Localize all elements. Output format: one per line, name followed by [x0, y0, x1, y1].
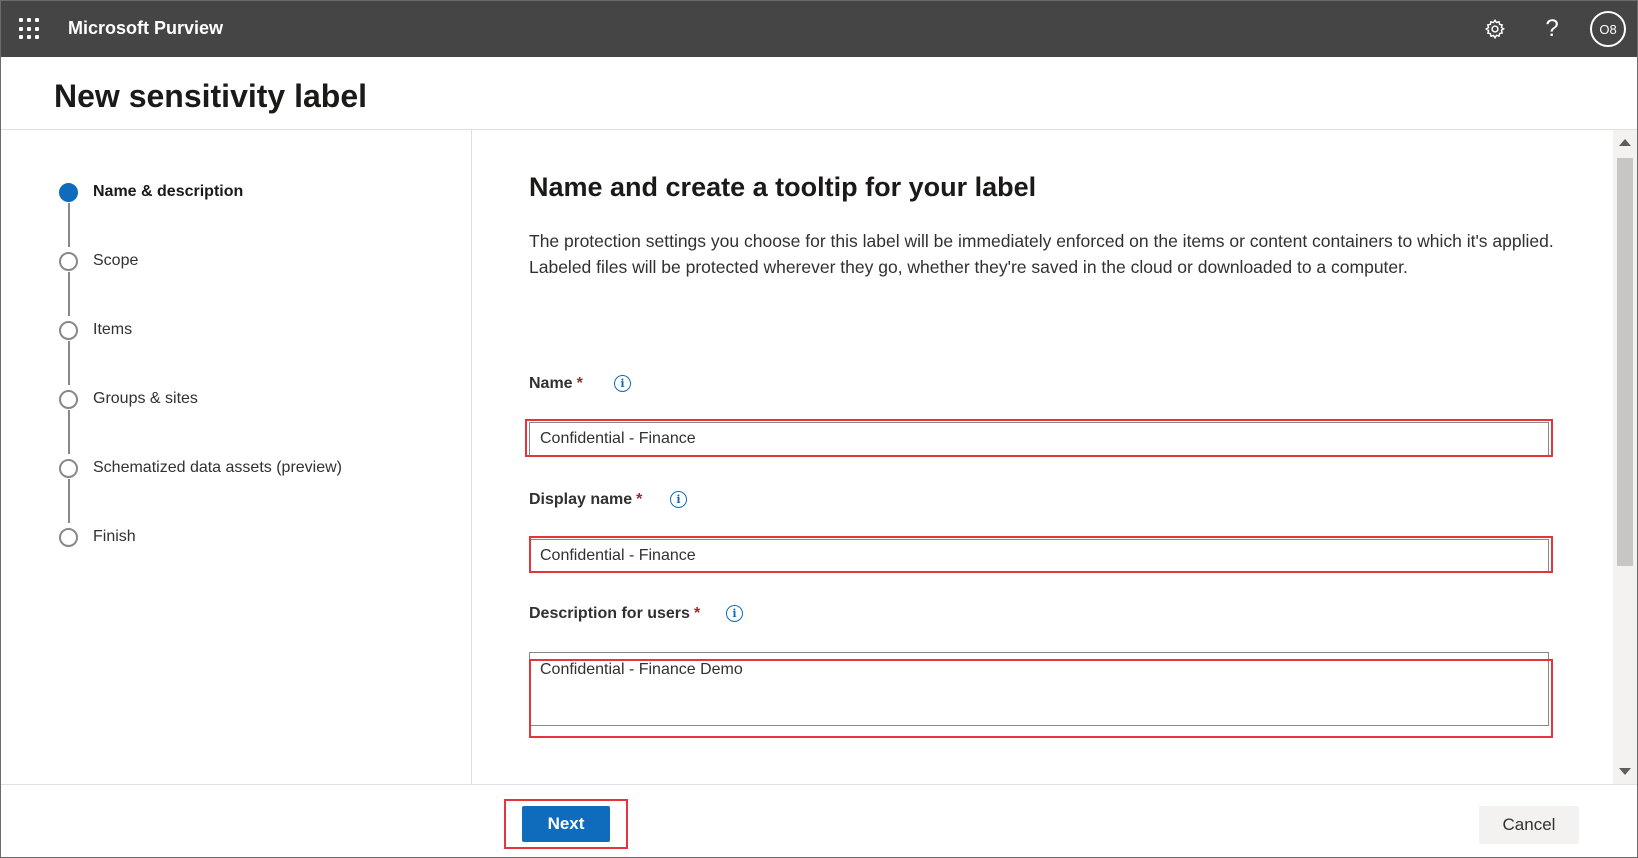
step-label: Groups & sites: [93, 390, 198, 407]
page-title: New sensitivity label: [54, 78, 368, 114]
step-finish[interactable]: Finish: [59, 525, 136, 549]
required-mark: *: [693, 605, 701, 622]
step-connector: [68, 479, 70, 523]
step-connector: [68, 272, 70, 316]
step-indicator: [59, 527, 78, 547]
step-label: Schematized data assets (preview): [93, 459, 342, 476]
description-textarea[interactable]: Confidential - Finance Demo: [529, 652, 1549, 726]
name-input[interactable]: [529, 422, 1549, 456]
step-label: Scope: [93, 252, 139, 269]
step-label: Finish: [93, 528, 136, 545]
step-indicator: [59, 458, 78, 478]
display-name-label-text: Display name: [529, 491, 633, 508]
scrollbar-thumb[interactable]: [1617, 158, 1633, 566]
top-bar: Microsoft Purview ? O8: [1, 1, 1637, 57]
step-current-indicator: [59, 182, 78, 202]
info-icon[interactable]: i: [670, 491, 687, 508]
vertical-scrollbar[interactable]: [1613, 130, 1637, 784]
name-field-label: Name *: [529, 375, 583, 393]
step-connector: [68, 410, 70, 454]
main-content: Name and create a tooltip for your label…: [473, 130, 1611, 784]
step-indicator: [59, 320, 78, 340]
gear-icon[interactable]: [1481, 15, 1509, 43]
wizard-stepper: Name & description Scope Items Groups & …: [1, 130, 472, 784]
wizard-footer: Next Cancel: [1, 784, 1637, 857]
section-title: Name and create a tooltip for your label: [529, 172, 1037, 202]
step-connector: [68, 203, 70, 247]
page-header: New sensitivity label: [1, 60, 1637, 130]
step-indicator: [59, 389, 78, 409]
help-icon[interactable]: ?: [1538, 15, 1566, 43]
scroll-up-arrow-icon[interactable]: [1619, 139, 1631, 146]
step-schematized-data-assets[interactable]: Schematized data assets (preview): [59, 456, 342, 480]
required-mark: *: [576, 375, 583, 392]
step-label: Name & description: [93, 183, 244, 200]
step-groups-sites[interactable]: Groups & sites: [59, 387, 198, 411]
display-name-field-label: Display name *: [529, 491, 642, 509]
required-mark: *: [636, 491, 643, 508]
next-button[interactable]: Next: [522, 806, 610, 842]
step-name-description[interactable]: Name & description: [59, 180, 243, 204]
section-description: The protection settings you choose for t…: [529, 231, 1554, 277]
name-label-text: Name: [529, 375, 573, 392]
scroll-down-arrow-icon[interactable]: [1619, 768, 1631, 775]
info-icon[interactable]: i: [614, 375, 631, 392]
cancel-button[interactable]: Cancel: [1479, 806, 1579, 844]
step-label: Items: [93, 321, 133, 338]
description-field-label: Description for users *: [529, 605, 700, 623]
step-connector: [68, 341, 70, 385]
step-scope[interactable]: Scope: [59, 249, 138, 273]
app-window: Microsoft Purview ? O8 New sensitivity l…: [0, 0, 1638, 858]
app-title[interactable]: Microsoft Purview: [68, 18, 223, 39]
app-launcher-icon[interactable]: [19, 18, 41, 40]
step-indicator: [59, 251, 78, 271]
display-name-input[interactable]: [529, 539, 1549, 573]
description-label-text: Description for users: [529, 605, 690, 622]
avatar[interactable]: O8: [1590, 11, 1626, 47]
step-items[interactable]: Items: [59, 318, 132, 342]
info-icon[interactable]: i: [726, 605, 743, 622]
